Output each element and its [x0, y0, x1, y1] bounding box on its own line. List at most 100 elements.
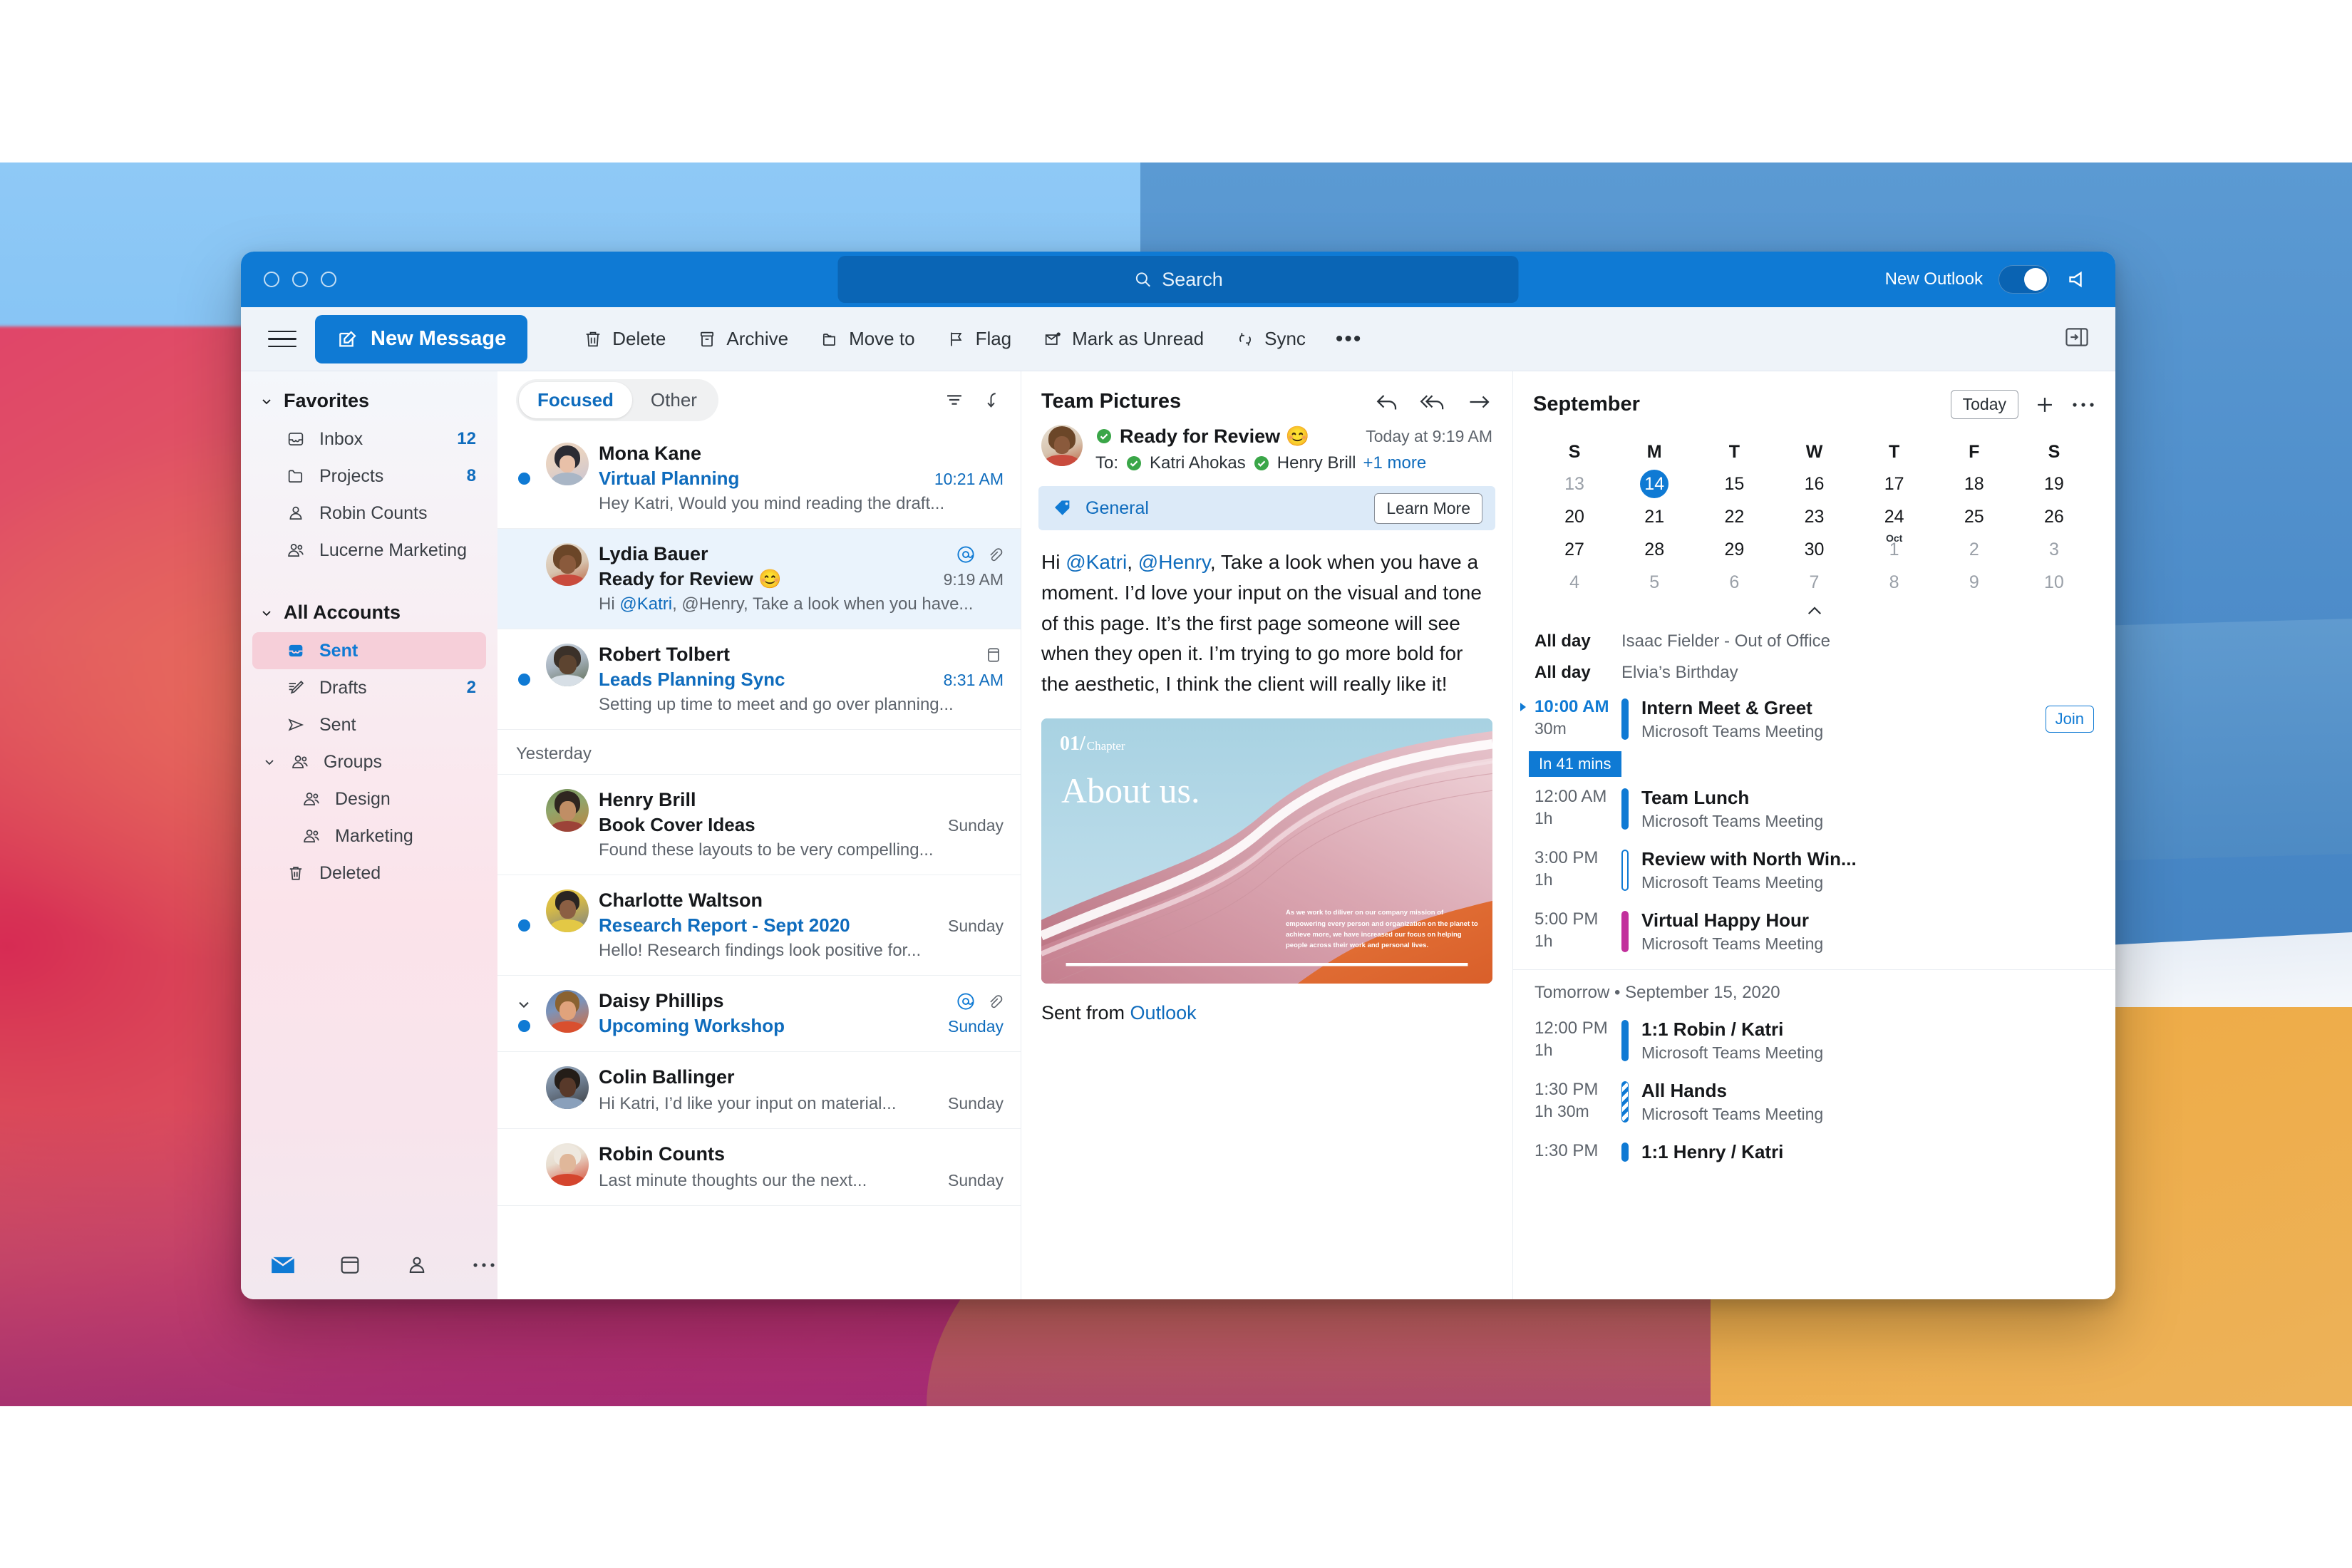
agenda-event[interactable]: 5:00 PM 1h Virtual Happy Hour Microsoft … [1513, 901, 2115, 962]
day-cell[interactable]: 4 [1535, 566, 1614, 599]
chevron-down-icon[interactable] [515, 996, 532, 1013]
agenda-event[interactable]: 1:30 PM 1:1 Henry / Katri [1513, 1133, 2115, 1172]
today-button[interactable]: Today [1950, 390, 2018, 419]
day-cell[interactable]: 25 [1934, 500, 2014, 533]
day-cell[interactable]: Oct 1 [1855, 532, 1934, 566]
hamburger-menu-icon[interactable] [268, 330, 296, 348]
more-dots-icon[interactable] [470, 1252, 497, 1279]
day-cell[interactable]: 22 [1694, 500, 1774, 533]
agenda-event[interactable]: 1:30 PM 1h 30m All Hands Microsoft Teams… [1513, 1071, 2115, 1133]
command-overflow-button[interactable]: ••• [1324, 323, 1374, 356]
more-dots-icon[interactable] [2071, 401, 2095, 409]
all-day-event[interactable]: All day Isaac Fielder - Out of Office [1513, 626, 2115, 657]
message-list-item[interactable]: Daisy Phillips Upcoming Workshop Sunday [497, 976, 1021, 1052]
day-cell[interactable]: 6 [1694, 566, 1774, 599]
tab-focused[interactable]: Focused [519, 381, 632, 418]
move-to-button[interactable]: Move to [807, 321, 928, 357]
recipient-name[interactable]: Henry Brill [1277, 453, 1356, 473]
day-cell[interactable]: 5 [1614, 566, 1694, 599]
message-list-item[interactable]: Mona Kane Virtual Planning 10:21 AM Hey … [497, 428, 1021, 529]
archive-button[interactable]: Archive [684, 321, 801, 357]
day-cell[interactable]: 15 [1694, 468, 1774, 500]
day-cell[interactable]: 9 [1934, 566, 2014, 599]
sort-down-icon[interactable] [982, 388, 1004, 412]
recipient-name[interactable]: Katri Ahokas [1150, 453, 1246, 473]
sidebar-item-marketing[interactable]: Marketing [252, 817, 486, 855]
sidebar-item-lucerne-marketing[interactable]: Lucerne Marketing [252, 532, 486, 569]
plus-icon[interactable] [2033, 393, 2057, 417]
agenda-event[interactable]: 10:00 AM 30m Intern Meet & Greet Microso… [1513, 688, 2115, 750]
attachment-preview-card[interactable]: 01/Chapter About us. As we work to diliv… [1041, 718, 1492, 984]
maximize-button[interactable] [321, 272, 336, 287]
day-cell[interactable]: 28 [1614, 533, 1694, 566]
delete-button[interactable]: Delete [570, 321, 679, 357]
reply-all-icon[interactable] [1420, 391, 1447, 413]
message-list-item[interactable]: Lydia Bauer Ready for Review 😊 9:19 AM H… [497, 529, 1021, 629]
megaphone-icon[interactable] [2065, 267, 2094, 292]
day-cell[interactable]: 18 [1934, 468, 2014, 500]
agenda-event[interactable]: 3:00 PM 1h Review with North Win... Micr… [1513, 840, 2115, 901]
sidebar-item-deleted[interactable]: Deleted [252, 855, 486, 892]
sidebar-group-favorites[interactable]: Favorites [241, 381, 497, 421]
agenda-event[interactable]: 12:00 AM 1h Team Lunch Microsoft Teams M… [1513, 778, 2115, 840]
more-recipients-link[interactable]: +1 more [1363, 453, 1426, 473]
message-list-item[interactable]: Robert Tolbert Leads Planning Sync 8:31 … [497, 629, 1021, 730]
day-cell[interactable]: 23 [1774, 500, 1854, 533]
learn-more-button[interactable]: Learn More [1374, 492, 1482, 524]
sidebar-item-sent[interactable]: Sent [252, 706, 486, 743]
day-cell[interactable]: 3 [2014, 533, 2094, 566]
new-message-button[interactable]: New Message [315, 314, 528, 363]
sidebar-item-projects[interactable]: Projects 8 [252, 458, 486, 495]
sidebar-item-drafts[interactable]: Drafts 2 [252, 669, 486, 706]
close-button[interactable] [264, 272, 279, 287]
agenda-event[interactable]: 12:00 PM 1h 1:1 Robin / Katri Microsoft … [1513, 1010, 2115, 1071]
open-pane-icon[interactable] [2064, 326, 2090, 352]
mark-as-unread-button[interactable]: Mark as Unread [1030, 321, 1217, 357]
people-icon[interactable] [403, 1252, 430, 1279]
day-cell[interactable]: 30 [1774, 533, 1854, 566]
day-cell[interactable]: 29 [1694, 533, 1774, 566]
sidebar-group-all-accounts[interactable]: All Accounts [241, 593, 497, 632]
day-cell[interactable]: 10 [2014, 566, 2094, 599]
window-controls[interactable] [264, 272, 336, 287]
sidebar-item-sent-selected[interactable]: Sent [252, 632, 486, 669]
day-cell-today[interactable]: 14 [1614, 468, 1694, 500]
sync-button[interactable]: Sync [1222, 321, 1319, 357]
body-mention-katri[interactable]: @Katri [1066, 551, 1127, 573]
new-outlook-toggle[interactable] [1998, 265, 2050, 294]
day-cell[interactable]: 21 [1614, 500, 1694, 533]
day-cell[interactable]: 16 [1774, 468, 1854, 500]
collapse-calendar-button[interactable] [1535, 599, 2094, 626]
day-cell[interactable]: 2 [1934, 533, 2014, 566]
day-cell[interactable]: 17 [1855, 468, 1934, 500]
message-list-item[interactable]: Colin Ballinger Hi Katri, I’d like your … [497, 1052, 1021, 1129]
search-input[interactable]: Search [837, 256, 1519, 303]
tab-other[interactable]: Other [632, 382, 716, 418]
day-cell[interactable]: 24 [1855, 500, 1934, 533]
day-cell[interactable]: 19 [2014, 468, 2094, 500]
day-cell[interactable]: 20 [1535, 500, 1614, 533]
day-cell[interactable]: 27 [1535, 533, 1614, 566]
join-button[interactable]: Join [2045, 706, 2094, 733]
outlook-link[interactable]: Outlook [1130, 1002, 1197, 1023]
message-list-item[interactable]: Henry Brill Book Cover Ideas Sunday Foun… [497, 775, 1021, 875]
body-mention-henry[interactable]: @Henry [1138, 551, 1210, 573]
day-cell[interactable]: 13 [1535, 468, 1614, 500]
day-cell[interactable]: 8 [1855, 566, 1934, 599]
message-list-item[interactable]: Charlotte Waltson Research Report - Sept… [497, 875, 1021, 976]
sidebar-item-groups[interactable]: Groups [252, 743, 486, 780]
calendar-icon[interactable] [336, 1252, 363, 1279]
sidebar-item-robin-counts[interactable]: Robin Counts [252, 495, 486, 532]
day-cell[interactable]: 7 [1774, 566, 1854, 599]
minimize-button[interactable] [292, 272, 308, 287]
sidebar-item-design[interactable]: Design [252, 780, 486, 817]
mail-icon[interactable] [269, 1252, 296, 1279]
sidebar-item-inbox[interactable]: Inbox 12 [252, 421, 486, 458]
day-cell[interactable]: 26 [2014, 500, 2094, 533]
all-day-event[interactable]: All day Elvia’s Birthday [1513, 657, 2115, 688]
message-list-item[interactable]: Robin Counts Last minute thoughts our th… [497, 1129, 1021, 1206]
reply-icon[interactable] [1374, 391, 1400, 413]
forward-icon[interactable] [1467, 391, 1492, 413]
flag-button[interactable]: Flag [934, 321, 1025, 357]
filter-icon[interactable] [942, 388, 966, 412]
